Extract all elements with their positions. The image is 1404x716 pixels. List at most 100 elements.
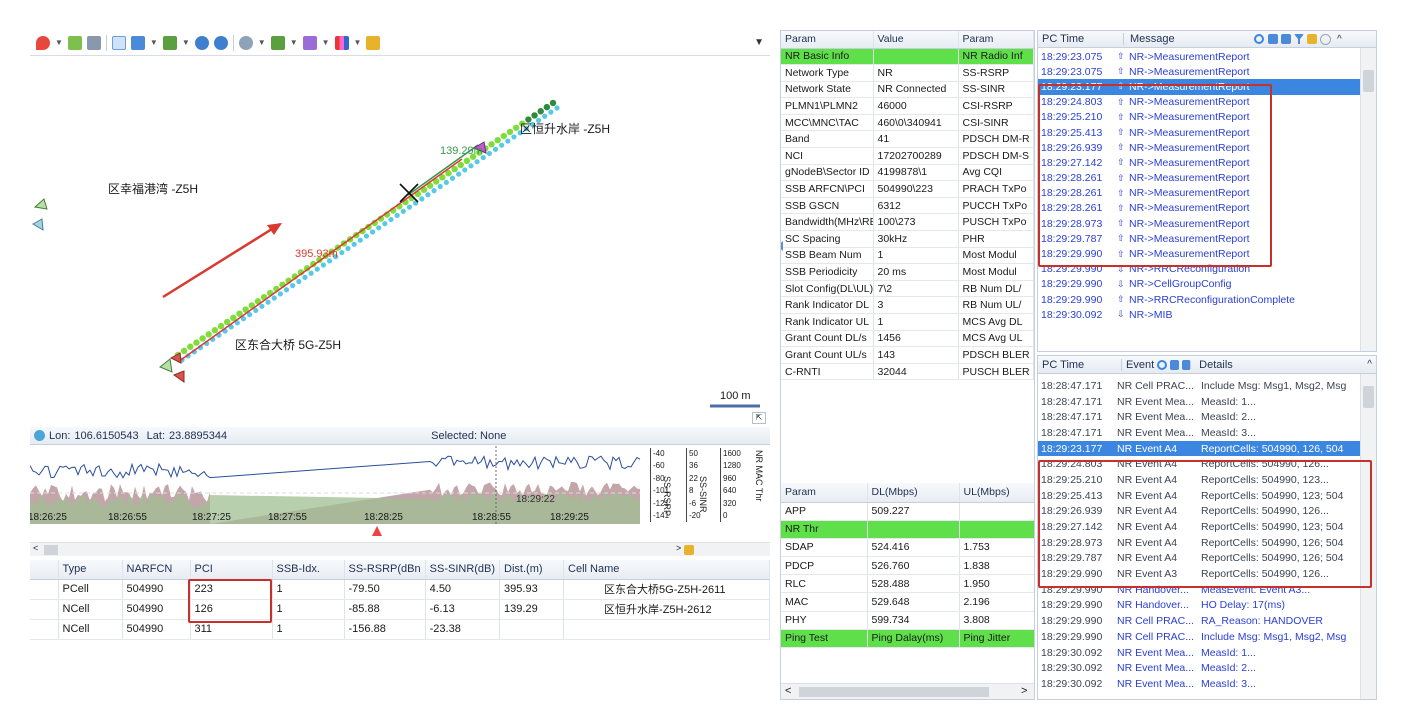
list-item[interactable]: 18:29:28.973 ⇧ NR->MeasurementReport [1038, 216, 1362, 231]
table-row[interactable]: SSB Periodicity 20 ms Most Modul [781, 263, 1034, 281]
list-item[interactable]: 18:29:25.210 ⇧ NR->MeasurementReport [1038, 110, 1362, 125]
scroll-left-icon[interactable]: < [785, 685, 791, 697]
column-header[interactable]: PCI [190, 560, 273, 580]
list-item[interactable]: 18:28:47.171 NR Event Mea... MeasId: 1... [1038, 394, 1362, 410]
table-row[interactable]: PDCP 526.760 1.838 [781, 556, 1034, 576]
pin-icon[interactable] [36, 35, 50, 50]
list-item[interactable]: 18:29:30.092 ⇩ NR->MIB [1038, 307, 1362, 322]
cell-sector-icon[interactable] [32, 218, 44, 231]
cell-sector-icon[interactable] [159, 358, 173, 373]
table-row[interactable]: NR Thr [781, 520, 1034, 539]
table-row[interactable]: Grant Count DL/s 1456 MCS Avg UL [781, 330, 1034, 348]
column-header[interactable]: SS-SINR(dB) [425, 560, 501, 580]
list-item[interactable]: 18:29:23.075 ⇧ NR->MeasurementReport [1038, 64, 1362, 79]
column-header[interactable]: SSB-Idx. [272, 560, 345, 580]
list-item[interactable]: 18:29:28.973 NR Event A4 ReportCells: 5049… [1038, 535, 1362, 551]
scroll-thumb[interactable] [799, 687, 989, 697]
list-item[interactable]: 18:29:25.210 NR Event A4 ReportCells: 5049… [1038, 472, 1362, 488]
list-item[interactable]: 18:29:24.803 NR Event A4 ReportCells: 5049… [1038, 456, 1362, 472]
globe-icon[interactable] [238, 35, 253, 50]
params-scrollbar[interactable]: < > [781, 683, 1034, 699]
list-item[interactable]: 18:29:30.092 NR Event Mea... MeasId: 2... [1038, 660, 1362, 676]
scroll-thumb[interactable] [1363, 70, 1374, 92]
lock-icon[interactable] [1307, 34, 1317, 44]
scroll-thumb[interactable] [44, 545, 58, 555]
layers-icon[interactable] [67, 35, 82, 50]
filter-icon[interactable] [1294, 34, 1304, 44]
table-row[interactable]: Bandwidth(MHz\RB) 100\273 PUSCH TxPo [781, 213, 1034, 232]
table-row[interactable]: MCC\MNC\TAC 460\0\340941 CSI-SINR [781, 114, 1034, 132]
collapse-icon[interactable]: ^ [1337, 34, 1342, 45]
table-row[interactable]: C-RNTI 32044 PUSCH BLER [781, 363, 1034, 381]
map-canvas[interactable] [30, 57, 770, 413]
timeline-chart[interactable]: 18:26:25 18:26:55 18:27:25 18:27:55 18:2… [30, 446, 770, 540]
list-item[interactable]: 18:29:24.803 ⇧ NR->MeasurementReport [1038, 95, 1362, 110]
list-item[interactable]: 18:29:29.990 NR Cell PRAC... Include Msg: … [1038, 629, 1362, 645]
grid-icon[interactable] [162, 35, 177, 50]
lock-icon[interactable] [684, 545, 694, 555]
legend-icon[interactable] [334, 35, 349, 50]
zoom-out-icon[interactable] [213, 35, 228, 50]
table-row[interactable]: Slot Config(DL\UL) 7\2 RB Num DL/ [781, 280, 1034, 298]
column-header[interactable]: PC Time [1038, 33, 1124, 45]
table-row[interactable]: NCI 17202700289 PDSCH DM-S [781, 147, 1034, 165]
list-item[interactable]: 18:29:25.413 ⇧ NR->MeasurementReport [1038, 125, 1362, 140]
table-row[interactable]: SC Spacing 30kHz PHR [781, 230, 1034, 248]
table-row[interactable]: SDAP 524.416 1.753 [781, 538, 1034, 558]
column-header[interactable]: DL(Mbps) [867, 483, 960, 503]
list-item[interactable]: 18:29:29.990 ⇧ NR->RRCReconfigurationCompl… [1038, 292, 1362, 307]
more-icon[interactable] [1320, 33, 1331, 45]
list-item[interactable]: 18:29:30.092 NR Event Mea... MeasId: 1... [1038, 645, 1362, 661]
column-header[interactable]: Param [781, 483, 868, 503]
pointer-icon[interactable] [111, 35, 126, 50]
list-item[interactable]: 18:29:29.990 NR Handover... MeasEvent: Eve… [1038, 582, 1362, 598]
dropdown-icon[interactable]: ▼ [258, 38, 266, 47]
table-row[interactable]: Network State NR Connected SS-SINR [781, 81, 1034, 99]
column-header[interactable]: UL(Mbps) [959, 483, 1034, 503]
list-item[interactable]: 18:29:28.261 ⇧ NR->MeasurementReport [1038, 201, 1362, 216]
list-item[interactable]: 18:29:29.787 NR Event A4 ReportCells: 5049… [1038, 551, 1362, 567]
column-header[interactable]: Details [1191, 359, 1233, 371]
events-scrollbar[interactable] [1360, 374, 1376, 699]
list-item[interactable]: 18:29:26.939 NR Event A4 ReportCells: 5049… [1038, 504, 1362, 520]
table-row[interactable]: gNodeB\Sector ID 4199878\1 Avg CQI [781, 164, 1034, 182]
table-row[interactable]: APP 509.227 [781, 502, 1034, 521]
column-header[interactable]: NARFCN [122, 560, 191, 580]
print-icon[interactable] [86, 35, 101, 50]
column-header[interactable]: Value [873, 31, 959, 49]
cell-sector-icon[interactable] [33, 198, 48, 210]
list-item[interactable]: 18:29:27.142 ⇧ NR->MeasurementReport [1038, 155, 1362, 170]
list-item[interactable]: 18:29:28.261 ⇧ NR->MeasurementReport [1038, 186, 1362, 201]
column-header[interactable]: SS-RSRP(dBn [344, 560, 426, 580]
list-item[interactable]: 18:29:29.990 NR Cell PRAC... RA_Reason: HA… [1038, 613, 1362, 629]
sort-up-icon[interactable] [1268, 34, 1278, 44]
list-item[interactable]: 18:28:47.171 NR Event Mea... MeasId: 2... [1038, 409, 1362, 425]
list-item[interactable]: 18:29:29.990 NR Handover... HO Delay: 17(m… [1038, 598, 1362, 614]
table-row[interactable]: Band 41 PDSCH DM-R [781, 130, 1034, 149]
toolbar-menu-dropdown[interactable]: ▼ [754, 37, 764, 48]
column-header[interactable]: Param [958, 31, 1034, 49]
list-item[interactable]: 18:29:25.413 NR Event A4 ReportCells: 5049… [1038, 488, 1362, 504]
zoom-in-icon[interactable] [194, 35, 209, 50]
table-row[interactable]: SSB ARFCN\PCI 504990\223 PRACH TxPo [781, 180, 1034, 198]
table-row[interactable]: PHY 599.734 3.808 [781, 611, 1034, 630]
dropdown-icon[interactable]: ▼ [322, 38, 330, 47]
list-item[interactable]: 18:29:27.142 NR Event A4 ReportCells: 5049… [1038, 519, 1362, 535]
table-row[interactable]: PLMN1\PLMN2 46000 CSI-RSRP [781, 97, 1034, 115]
list-item[interactable]: 18:29:23.177 ⇧ NR->MeasurementReport [1038, 79, 1362, 95]
list-item[interactable]: 18:29:23.075 ⇧ NR->MeasurementReport [1038, 49, 1362, 64]
list-item[interactable]: 18:29:23.177 NR Event A4 ReportCells: 5049… [1038, 440, 1362, 457]
column-header[interactable]: Param [781, 31, 874, 49]
scroll-thumb[interactable] [1363, 386, 1374, 408]
paint-icon[interactable] [270, 35, 285, 50]
list-item[interactable]: 18:29:29.990 NR Event A3 ReportCells: 5049… [1038, 566, 1362, 582]
table-row[interactable]: Rank Indicator UL 1 MCS Avg DL [781, 313, 1034, 331]
table-row[interactable]: Network Type NR SS-RSRP [781, 64, 1034, 82]
scroll-left-icon[interactable]: < [33, 543, 38, 553]
table-row[interactable]: NCell 504990 311 1 -156.88 -23.38 [30, 619, 770, 640]
column-header[interactable]: Type [58, 560, 123, 580]
dropdown-icon[interactable]: ▼ [150, 38, 158, 47]
search-icon[interactable] [1254, 34, 1264, 44]
list-item[interactable]: 18:28:47.171 NR Event Mea... MeasId: 3... [1038, 425, 1362, 441]
lock-icon[interactable] [366, 35, 381, 50]
